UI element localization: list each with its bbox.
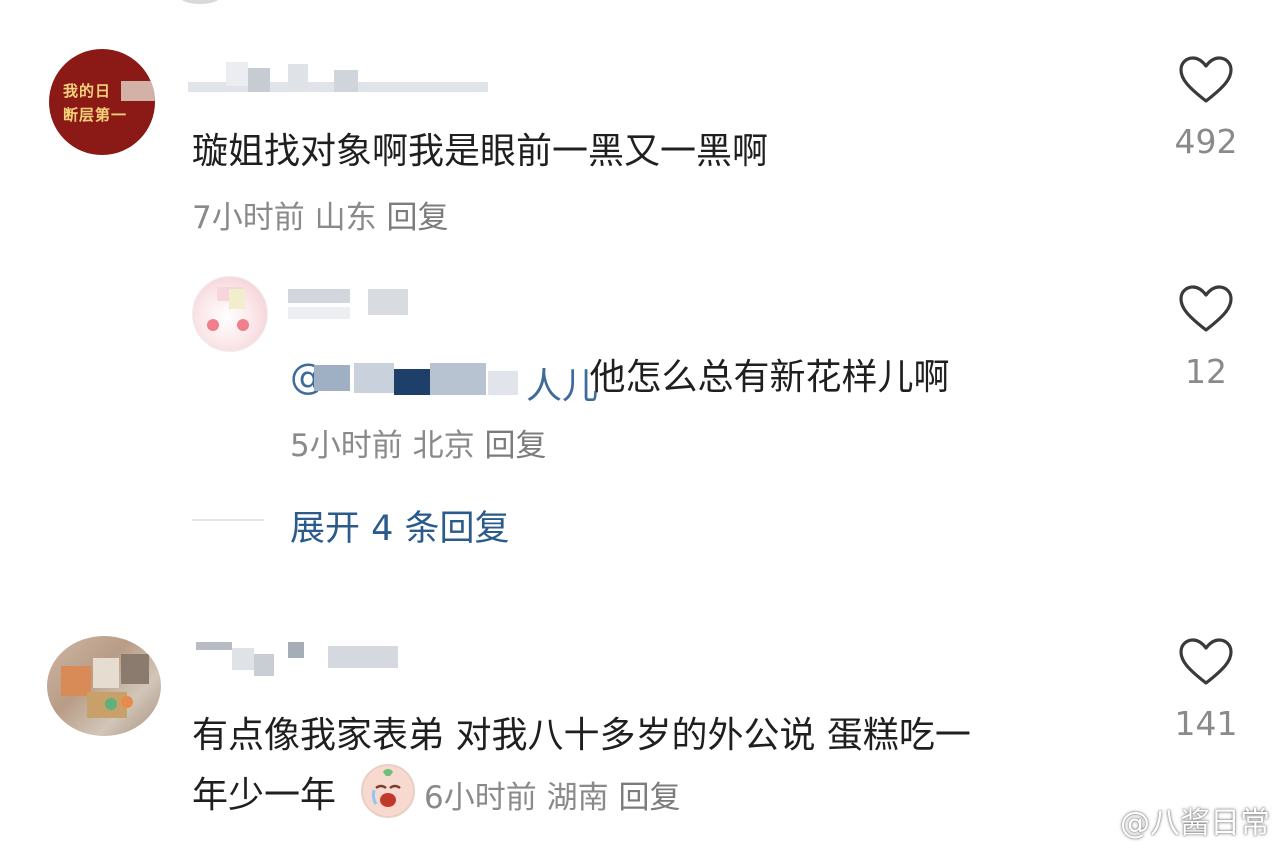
username-mosaic[interactable] [288, 285, 418, 327]
reply-time: 5小时前 [290, 428, 403, 464]
heart-outline-icon [1179, 638, 1233, 685]
expand-replies-button[interactable]: 展开 4 条回复 [290, 500, 510, 551]
like-count: 141 [1174, 704, 1238, 743]
avatar[interactable] [192, 276, 268, 352]
avatar[interactable]: 我的日 断层第一 [49, 49, 155, 155]
expand-divider [192, 519, 264, 521]
reply-button[interactable]: 回复 [484, 428, 546, 464]
comment-text-line-2: 年少一年 [192, 775, 337, 816]
comment-meta: 7小时前 山东 回复 [192, 192, 448, 237]
reply-button[interactable]: 回复 [386, 200, 448, 236]
avatar[interactable] [47, 636, 161, 736]
like-button[interactable] [1178, 55, 1234, 109]
like-count: 12 [1185, 352, 1227, 391]
comment-location: 山东 [314, 200, 377, 236]
username-mosaic[interactable] [196, 636, 406, 678]
reply-button[interactable]: 回复 [618, 780, 680, 816]
comment-text: 璇姐找对象啊我是眼前一黑又一黑啊 [192, 131, 769, 172]
heart-outline-icon [1179, 56, 1233, 103]
like-button[interactable] [1178, 284, 1234, 338]
like-count: 492 [1174, 122, 1238, 161]
like-button[interactable] [1178, 637, 1234, 691]
avatar-mosaic [121, 81, 155, 101]
comment-text-line-1: 有点像我家表弟 对我八十多岁的外公说 蛋糕吃一 [192, 715, 971, 756]
reply-meta: 5小时前 北京 回复 [290, 420, 546, 465]
crying-face-emoji-icon [361, 764, 415, 818]
watermark: @八酱日常 [1082, 798, 1270, 842]
heart-outline-icon [1179, 285, 1233, 332]
reply-text: @ 人儿 他怎么总有新花样儿啊 [290, 357, 950, 407]
comment-location: 湖南 [546, 780, 609, 816]
username-mosaic[interactable] [188, 60, 488, 96]
reply-location: 北京 [412, 428, 475, 464]
previous-item-edge [180, 0, 220, 4]
weibo-logo-icon [1082, 812, 1115, 838]
mention-link[interactable]: @ 人儿 [290, 357, 598, 407]
comment-time: 6小时前 [424, 780, 537, 816]
comment-time: 7小时前 [192, 200, 305, 236]
comment-meta: 6小时前 湖南 回复 [424, 772, 680, 817]
